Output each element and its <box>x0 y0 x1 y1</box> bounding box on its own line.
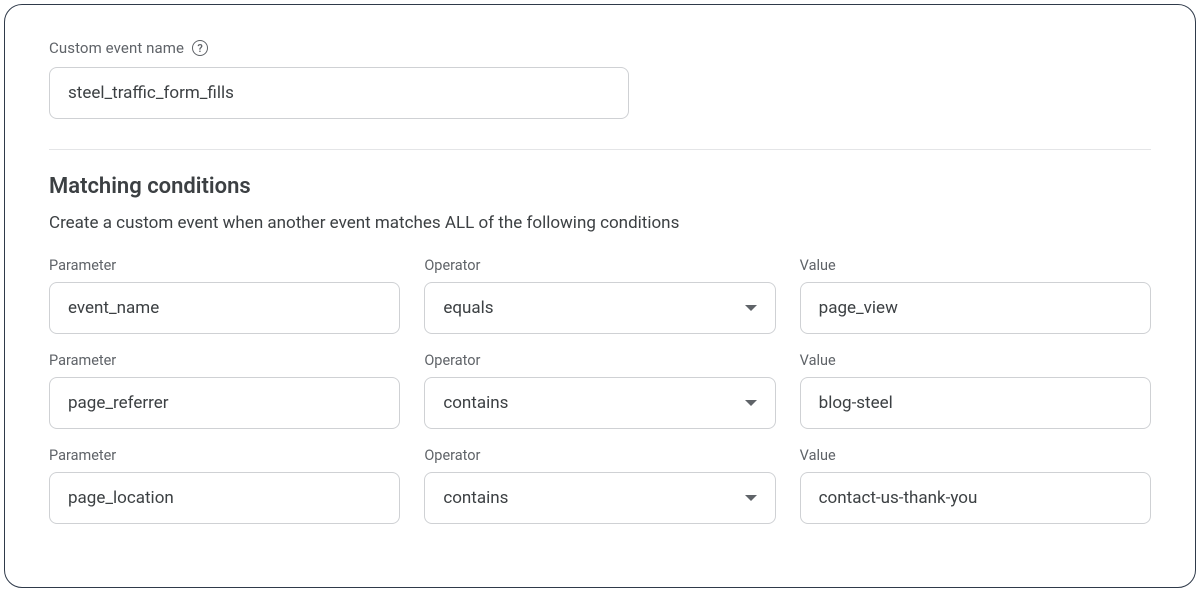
operator-select[interactable]: contains <box>424 377 775 429</box>
divider <box>49 149 1151 150</box>
parameter-label: Parameter <box>49 447 400 464</box>
event-name-label: Custom event name <box>49 39 184 57</box>
parameter-input[interactable] <box>49 377 400 429</box>
event-name-label-row: Custom event name ? <box>49 39 1151 57</box>
help-icon[interactable]: ? <box>192 40 208 56</box>
value-col: Value <box>800 257 1151 334</box>
operator-label: Operator <box>424 447 775 464</box>
condition-row: Parameter Operator equals Value <box>49 257 1151 334</box>
parameter-label: Parameter <box>49 352 400 369</box>
parameter-label: Parameter <box>49 257 400 274</box>
value-label: Value <box>800 447 1151 464</box>
parameter-col: Parameter <box>49 447 400 524</box>
value-input[interactable] <box>800 472 1151 524</box>
parameter-input[interactable] <box>49 472 400 524</box>
operator-col: Operator equals <box>424 257 775 334</box>
value-col: Value <box>800 447 1151 524</box>
operator-select[interactable]: equals <box>424 282 775 334</box>
chevron-down-icon <box>745 305 757 311</box>
value-col: Value <box>800 352 1151 429</box>
operator-label: Operator <box>424 352 775 369</box>
operator-value: contains <box>443 488 508 508</box>
value-input[interactable] <box>800 377 1151 429</box>
event-name-input-wrap <box>49 67 629 119</box>
matching-title: Matching conditions <box>49 174 1151 199</box>
event-name-input[interactable] <box>49 67 629 119</box>
operator-value: equals <box>443 298 493 318</box>
chevron-down-icon <box>745 495 757 501</box>
value-label: Value <box>800 257 1151 274</box>
operator-col: Operator contains <box>424 352 775 429</box>
chevron-down-icon <box>745 400 757 406</box>
parameter-input[interactable] <box>49 282 400 334</box>
custom-event-card: Custom event name ? Matching conditions … <box>4 4 1196 588</box>
condition-row: Parameter Operator contains Value <box>49 447 1151 524</box>
condition-row: Parameter Operator contains Value <box>49 352 1151 429</box>
operator-select[interactable]: contains <box>424 472 775 524</box>
parameter-col: Parameter <box>49 257 400 334</box>
value-label: Value <box>800 352 1151 369</box>
value-input[interactable] <box>800 282 1151 334</box>
parameter-col: Parameter <box>49 352 400 429</box>
operator-col: Operator contains <box>424 447 775 524</box>
operator-label: Operator <box>424 257 775 274</box>
operator-value: contains <box>443 393 508 413</box>
matching-description: Create a custom event when another event… <box>49 213 1151 233</box>
